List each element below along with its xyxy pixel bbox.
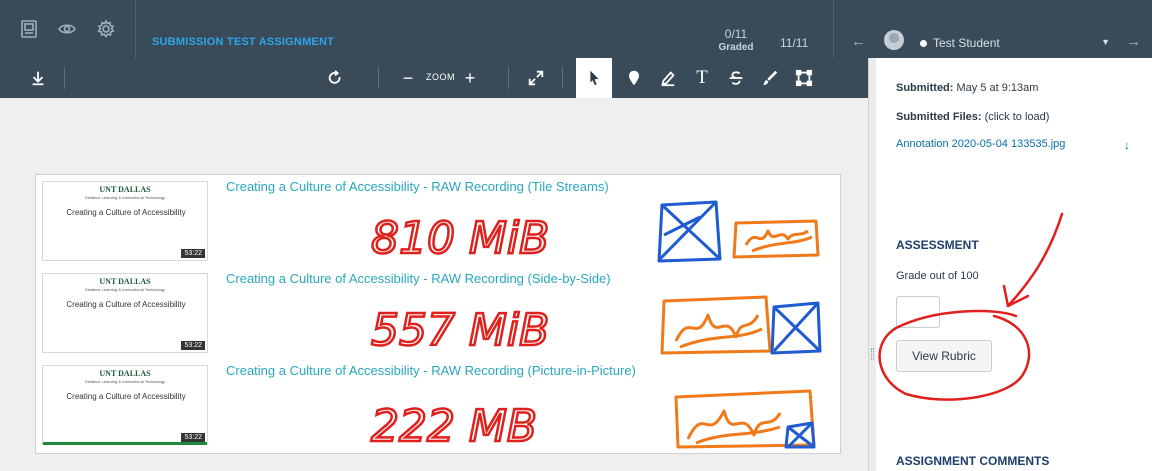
video-duration: 53:22 bbox=[181, 341, 205, 350]
video-thumbnail: UNT DALLAS Distance Learning & Instructi… bbox=[42, 181, 208, 261]
video-row: UNT DALLAS Distance Learning & Instructi… bbox=[36, 175, 842, 267]
handwritten-size: 810 MiB bbox=[371, 213, 549, 264]
video-duration: 53:22 bbox=[181, 433, 205, 442]
view-rubric-button[interactable]: View Rubric bbox=[896, 340, 992, 372]
pointer-tool-icon[interactable] bbox=[576, 58, 612, 98]
thumb-title: Creating a Culture of Accessibility bbox=[66, 208, 186, 217]
header-icon-group bbox=[0, 0, 135, 58]
assignment-title-link[interactable]: SUBMISSION TEST ASSIGNMENT bbox=[152, 36, 334, 48]
text-tool-icon[interactable]: T bbox=[688, 58, 716, 98]
video-row: UNT DALLAS Distance Learning & Instructi… bbox=[36, 359, 842, 453]
student-avatar bbox=[884, 30, 904, 50]
student-select-dropdown[interactable]: Test Student ▼ bbox=[920, 36, 1110, 50]
video-thumbnail: UNT DALLAS Distance Learning & Instructi… bbox=[42, 273, 208, 353]
header-bar: SUBMISSION TEST ASSIGNMENT 0/11 Graded 1… bbox=[0, 0, 1152, 58]
submitted-file-link[interactable]: Annotation 2020-05-04 133535.jpg bbox=[896, 138, 1065, 150]
submitted-files-hint: (click to load) bbox=[984, 111, 1050, 123]
download-icon[interactable] bbox=[26, 58, 50, 98]
gear-icon[interactable] bbox=[95, 18, 117, 40]
toolbar-divider bbox=[562, 67, 563, 89]
download-file-icon[interactable]: ↓ bbox=[1124, 138, 1130, 152]
zoom-in-icon[interactable]: + bbox=[460, 58, 480, 98]
thumb-brand: UNT DALLAS bbox=[99, 185, 151, 194]
assignment-comments-heading: ASSIGNMENT COMMENTS bbox=[896, 454, 1050, 468]
submitted-info: Submitted: May 5 at 9:13am bbox=[896, 82, 1038, 94]
strikeout-icon[interactable] bbox=[722, 58, 750, 98]
toolbar-divider bbox=[378, 67, 379, 89]
area-tool-icon[interactable] bbox=[790, 58, 818, 98]
thumb-title: Creating a Culture of Accessibility bbox=[66, 392, 186, 401]
draw-brush-icon[interactable] bbox=[756, 58, 784, 98]
thumb-brand: UNT DALLAS bbox=[99, 369, 151, 378]
graded-count-value: 0/11 bbox=[724, 27, 748, 41]
submission-page: UNT DALLAS Distance Learning & Instructi… bbox=[35, 174, 841, 454]
document-viewer[interactable]: UNT DALLAS Distance Learning & Instructi… bbox=[0, 98, 868, 471]
submitted-date: May 5 at 9:13am bbox=[956, 82, 1039, 94]
handwritten-size: 557 MiB bbox=[371, 305, 549, 356]
thumb-subtitle: Distance Learning & Instructional Techno… bbox=[85, 379, 165, 384]
thumb-brand: UNT DALLAS bbox=[99, 277, 151, 286]
grade-label: Grade out of 100 bbox=[896, 270, 979, 282]
gradebook-icon[interactable] bbox=[18, 18, 40, 40]
handwritten-size: 222 MB bbox=[371, 401, 537, 452]
thumb-title: Creating a Culture of Accessibility bbox=[66, 300, 186, 309]
grading-sidebar: Submitted: May 5 at 9:13am Submitted Fil… bbox=[876, 58, 1152, 471]
video-thumbnail: UNT DALLAS Distance Learning & Instructi… bbox=[42, 365, 208, 445]
zoom-out-icon[interactable]: − bbox=[398, 58, 418, 98]
speedgrader-window: SUBMISSION TEST ASSIGNMENT 0/11 Graded 1… bbox=[0, 0, 1152, 471]
status-dot-icon bbox=[920, 40, 927, 48]
video-row: UNT DALLAS Distance Learning & Instructi… bbox=[36, 267, 842, 359]
header-divider bbox=[135, 0, 136, 58]
student-name: Test Student bbox=[933, 36, 1000, 50]
video-title: Creating a Culture of Accessibility - RA… bbox=[226, 179, 609, 194]
graded-count: 0/11 Graded bbox=[716, 28, 756, 54]
zoom-label: ZOOM bbox=[426, 72, 455, 82]
progress-bar bbox=[43, 442, 207, 445]
toolbar-divider bbox=[508, 67, 509, 89]
rotate-icon[interactable] bbox=[320, 58, 350, 98]
graded-count-label: Graded bbox=[718, 42, 754, 53]
annotation-toolbar: − ZOOM + T bbox=[0, 58, 868, 98]
submitted-files-label: Submitted Files: bbox=[896, 111, 982, 123]
previous-student-arrow-icon[interactable]: ← bbox=[851, 33, 866, 50]
grade-input[interactable] bbox=[896, 296, 940, 328]
student-count: 11/11 bbox=[780, 36, 809, 50]
next-student-arrow-icon[interactable]: → bbox=[1126, 33, 1141, 50]
thumb-subtitle: Distance Learning & Instructional Techno… bbox=[85, 195, 165, 200]
fullscreen-icon[interactable] bbox=[523, 58, 549, 98]
video-title: Creating a Culture of Accessibility - RA… bbox=[226, 271, 611, 286]
video-title: Creating a Culture of Accessibility - RA… bbox=[226, 363, 636, 378]
eye-icon[interactable] bbox=[56, 18, 78, 40]
grip-icon bbox=[871, 348, 874, 360]
header-divider bbox=[833, 0, 834, 58]
point-annotation-icon[interactable] bbox=[620, 58, 648, 98]
submitted-label: Submitted: bbox=[896, 82, 954, 94]
panel-resize-handle[interactable] bbox=[868, 58, 876, 471]
thumb-subtitle: Distance Learning & Instructional Techno… bbox=[85, 287, 165, 292]
submitted-files-heading: Submitted Files: (click to load) bbox=[896, 111, 1049, 123]
toolbar-divider bbox=[64, 67, 65, 89]
highlight-icon[interactable] bbox=[654, 58, 682, 98]
assessment-heading: ASSESSMENT bbox=[896, 238, 979, 252]
chevron-down-icon: ▼ bbox=[1101, 37, 1110, 47]
video-duration: 53:22 bbox=[181, 249, 205, 258]
